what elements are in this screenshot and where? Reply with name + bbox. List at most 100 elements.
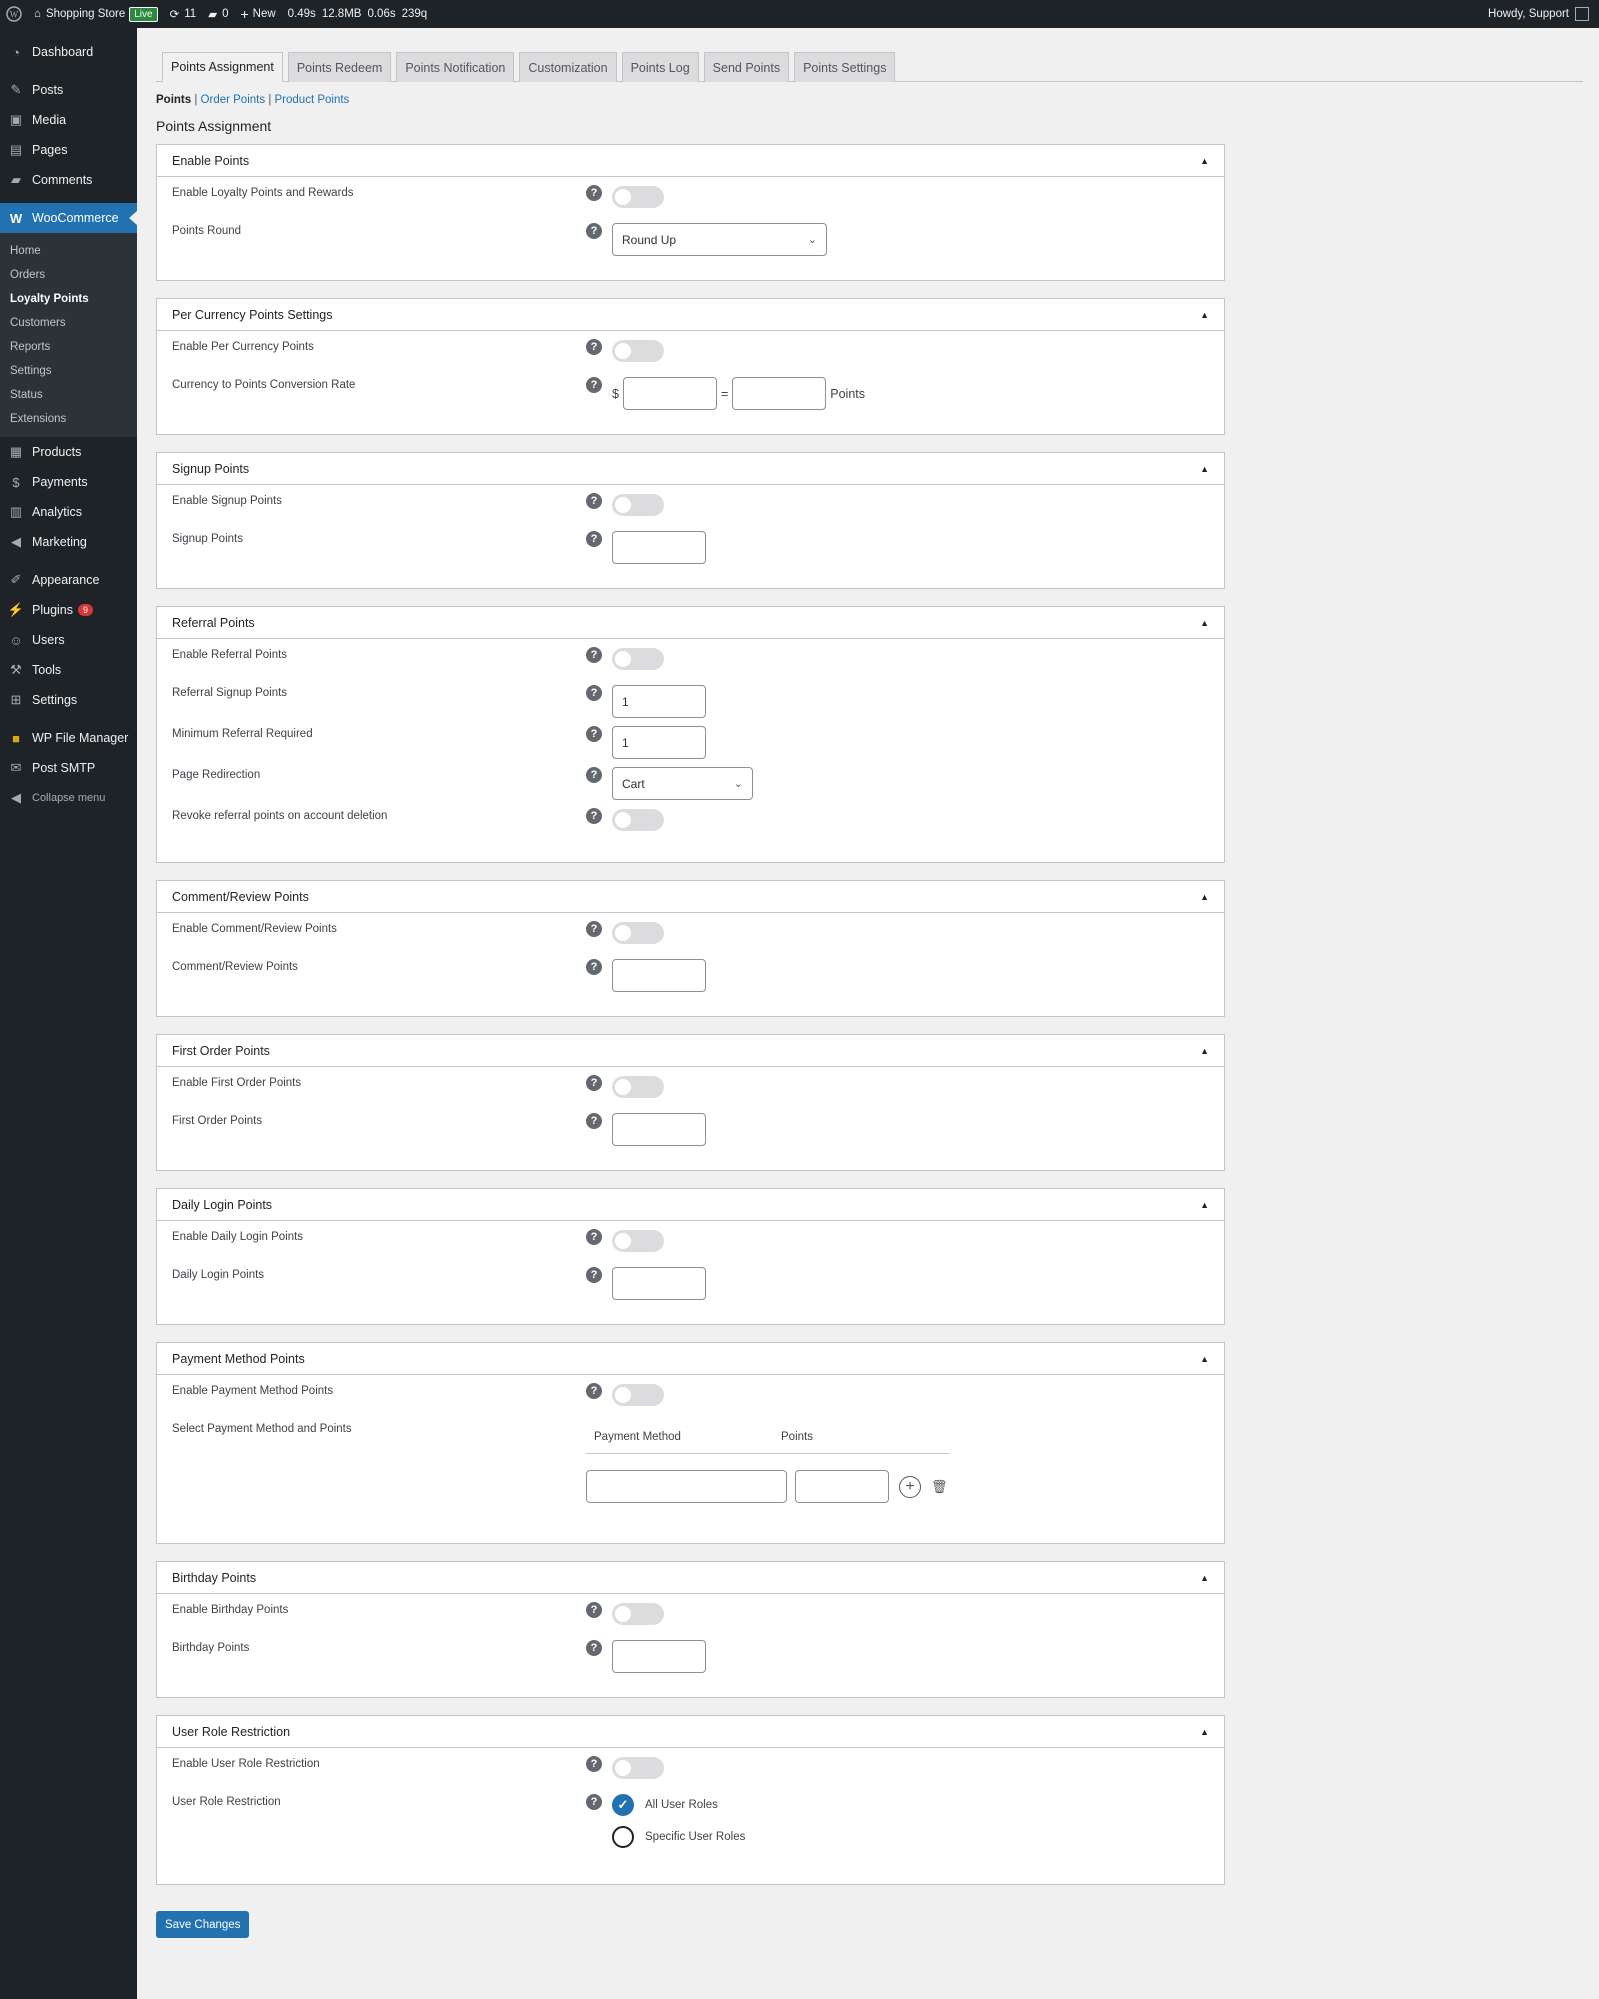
collapse-menu-button[interactable]: ◀ Collapse menu bbox=[0, 783, 137, 813]
points-round-select[interactable]: Round Up ⌄ bbox=[612, 223, 827, 256]
submenu-settings[interactable]: Settings bbox=[0, 359, 137, 383]
menu-payments[interactable]: $ Payments bbox=[0, 467, 137, 497]
panel-header[interactable]: Comment/Review Points ▲ bbox=[157, 881, 1224, 913]
daily-login-points-input[interactable] bbox=[612, 1267, 706, 1300]
help-icon[interactable]: ? bbox=[586, 1075, 602, 1091]
enable-comment-toggle[interactable] bbox=[612, 922, 664, 944]
collapse-caret-icon[interactable]: ▲ bbox=[1200, 464, 1209, 474]
enable-payment-method-toggle[interactable] bbox=[612, 1384, 664, 1406]
comments-link[interactable]: ▰ 0 bbox=[202, 0, 234, 28]
menu-wp-file-manager[interactable]: ■ WP File Manager bbox=[0, 723, 137, 753]
help-icon[interactable]: ? bbox=[586, 1602, 602, 1618]
menu-posts[interactable]: ✎ Posts bbox=[0, 75, 137, 105]
collapse-caret-icon[interactable]: ▲ bbox=[1200, 310, 1209, 320]
enable-referral-toggle[interactable] bbox=[612, 648, 664, 670]
collapse-caret-icon[interactable]: ▲ bbox=[1200, 1727, 1209, 1737]
panel-header[interactable]: Per Currency Points Settings ▲ bbox=[157, 299, 1224, 331]
site-name-link[interactable]: ⌂ Shopping Store Live bbox=[28, 0, 164, 28]
tab-points-notification[interactable]: Points Notification bbox=[396, 52, 515, 82]
referral-signup-points-input[interactable]: 1 bbox=[612, 685, 706, 718]
collapse-caret-icon[interactable]: ▲ bbox=[1200, 1200, 1209, 1210]
tab-points-assignment[interactable]: Points Assignment bbox=[162, 52, 283, 82]
panel-header[interactable]: Birthday Points ▲ bbox=[157, 1562, 1224, 1594]
menu-media[interactable]: ▣ Media bbox=[0, 105, 137, 135]
minimum-referral-input[interactable]: 1 bbox=[612, 726, 706, 759]
new-content-link[interactable]: + New bbox=[234, 0, 281, 28]
collapse-caret-icon[interactable]: ▲ bbox=[1200, 618, 1209, 628]
menu-users[interactable]: ☺ Users bbox=[0, 625, 137, 655]
menu-analytics[interactable]: ▥ Analytics bbox=[0, 497, 137, 527]
payment-method-input[interactable] bbox=[586, 1470, 787, 1503]
menu-marketing[interactable]: ◀ Marketing bbox=[0, 527, 137, 557]
submenu-customers[interactable]: Customers bbox=[0, 311, 137, 335]
help-icon[interactable]: ? bbox=[586, 1229, 602, 1245]
panel-header[interactable]: Daily Login Points ▲ bbox=[157, 1189, 1224, 1221]
radio-all-user-roles[interactable]: ✓ All User Roles bbox=[612, 1794, 745, 1816]
tab-points-redeem[interactable]: Points Redeem bbox=[287, 52, 392, 82]
collapse-caret-icon[interactable]: ▲ bbox=[1200, 1354, 1209, 1364]
help-icon[interactable]: ? bbox=[586, 808, 602, 824]
panel-header[interactable]: User Role Restriction ▲ bbox=[157, 1716, 1224, 1748]
query-monitor-stats[interactable]: 0.49s 12.8MB 0.06s 239q bbox=[282, 0, 434, 28]
enable-signup-toggle[interactable] bbox=[612, 494, 664, 516]
help-icon[interactable]: ? bbox=[586, 1113, 602, 1129]
tab-send-points[interactable]: Send Points bbox=[703, 52, 790, 82]
checkmark-icon[interactable]: ✓ bbox=[612, 1794, 634, 1816]
help-icon[interactable]: ? bbox=[586, 959, 602, 975]
help-icon[interactable]: ? bbox=[586, 1267, 602, 1283]
subnav-order-points[interactable]: Order Points bbox=[201, 94, 266, 106]
help-icon[interactable]: ? bbox=[586, 1383, 602, 1399]
submenu-orders[interactable]: Orders bbox=[0, 263, 137, 287]
menu-comments[interactable]: ▰ Comments bbox=[0, 165, 137, 195]
enable-per-currency-toggle[interactable] bbox=[612, 340, 664, 362]
help-icon[interactable]: ? bbox=[586, 685, 602, 701]
help-icon[interactable]: ? bbox=[586, 726, 602, 742]
enable-daily-login-toggle[interactable] bbox=[612, 1230, 664, 1252]
wordpress-logo-icon[interactable]: W bbox=[0, 0, 28, 28]
help-icon[interactable]: ? bbox=[586, 647, 602, 663]
trash-icon[interactable]: 🗑 bbox=[931, 1479, 948, 1495]
collapse-caret-icon[interactable]: ▲ bbox=[1200, 156, 1209, 166]
page-redirection-select[interactable]: Cart ⌄ bbox=[612, 767, 753, 800]
collapse-caret-icon[interactable]: ▲ bbox=[1200, 1046, 1209, 1056]
menu-tools[interactable]: ⚒ Tools bbox=[0, 655, 137, 685]
subnav-points[interactable]: Points bbox=[156, 94, 191, 106]
help-icon[interactable]: ? bbox=[586, 339, 602, 355]
enable-user-role-toggle[interactable] bbox=[612, 1757, 664, 1779]
signup-points-input[interactable] bbox=[612, 531, 706, 564]
birthday-points-input[interactable] bbox=[612, 1640, 706, 1673]
panel-header[interactable]: Referral Points ▲ bbox=[157, 607, 1224, 639]
add-row-icon[interactable]: + bbox=[899, 1475, 921, 1498]
help-icon[interactable]: ? bbox=[586, 493, 602, 509]
panel-header[interactable]: Signup Points ▲ bbox=[157, 453, 1224, 485]
help-icon[interactable]: ? bbox=[586, 223, 602, 239]
my-account-link[interactable]: Howdy, Support bbox=[1482, 0, 1599, 28]
updates-link[interactable]: ⟳ 11 bbox=[164, 0, 203, 28]
menu-appearance[interactable]: ✐ Appearance bbox=[0, 565, 137, 595]
help-icon[interactable]: ? bbox=[586, 185, 602, 201]
enable-points-toggle[interactable] bbox=[612, 186, 664, 208]
submenu-loyalty-points[interactable]: Loyalty Points bbox=[0, 287, 137, 311]
points-amount-input[interactable] bbox=[732, 377, 827, 410]
payment-points-input[interactable] bbox=[795, 1470, 889, 1503]
comment-points-input[interactable] bbox=[612, 959, 706, 992]
help-icon[interactable]: ? bbox=[586, 1640, 602, 1656]
menu-dashboard[interactable]: ◔ Dashboard bbox=[0, 37, 137, 67]
radio-specific-user-roles[interactable]: Specific User Roles bbox=[612, 1826, 745, 1848]
help-icon[interactable]: ? bbox=[586, 1756, 602, 1772]
revoke-referral-toggle[interactable] bbox=[612, 809, 664, 831]
panel-header[interactable]: First Order Points ▲ bbox=[157, 1035, 1224, 1067]
menu-woocommerce[interactable]: W WooCommerce bbox=[0, 203, 137, 233]
menu-plugins[interactable]: ⚡ Plugins 9 bbox=[0, 595, 137, 625]
subnav-product-points[interactable]: Product Points bbox=[275, 94, 350, 106]
collapse-caret-icon[interactable]: ▲ bbox=[1200, 1573, 1209, 1583]
submenu-reports[interactable]: Reports bbox=[0, 335, 137, 359]
submenu-extensions[interactable]: Extensions bbox=[0, 407, 137, 431]
submenu-status[interactable]: Status bbox=[0, 383, 137, 407]
help-icon[interactable]: ? bbox=[586, 921, 602, 937]
collapse-caret-icon[interactable]: ▲ bbox=[1200, 892, 1209, 902]
menu-settings[interactable]: ⊞ Settings bbox=[0, 685, 137, 715]
submenu-home[interactable]: Home bbox=[0, 239, 137, 263]
panel-header[interactable]: Enable Points ▲ bbox=[157, 145, 1224, 177]
save-changes-button[interactable]: Save Changes bbox=[156, 1911, 250, 1938]
